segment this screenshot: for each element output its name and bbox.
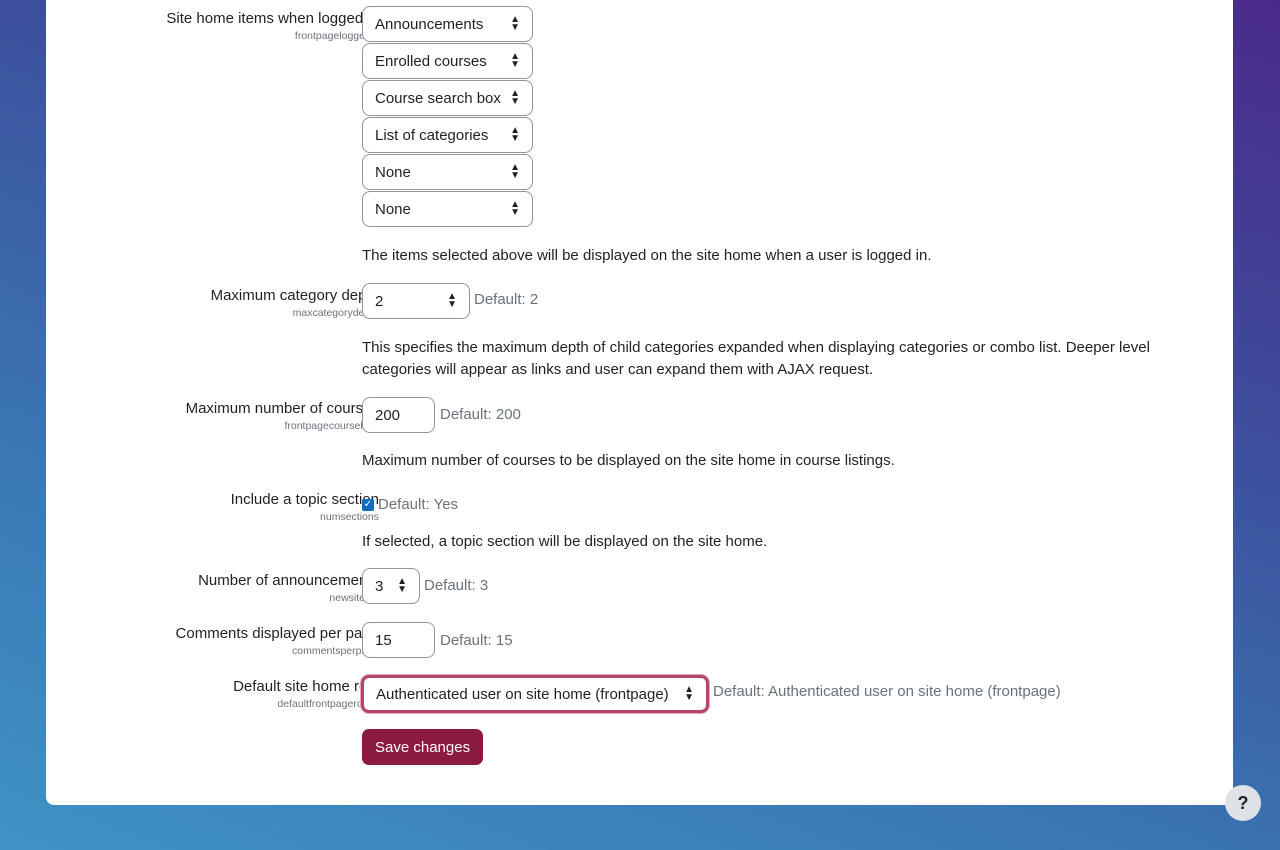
frontpage-item-select-5[interactable]: None ▲ ▼	[362, 154, 533, 190]
sort-icon: ▲ ▼	[447, 291, 457, 310]
setting-label-defaultfrontpageroleid: Default site home role defaultfrontpagero…	[233, 678, 379, 710]
sort-icon: ▲ ▼	[684, 684, 694, 703]
default-value: Default: Authenticated user on site home…	[713, 683, 1061, 700]
maxcategorydepth-select[interactable]: 2 ▲ ▼	[362, 283, 470, 319]
frontpagecourselimit-input[interactable]: 200	[362, 397, 435, 433]
frontpage-item-select-1[interactable]: Announcements ▲ ▼	[362, 6, 533, 42]
setting-label-commentsperpage: Comments displayed per page commentsperpa…	[175, 625, 379, 657]
sort-icon: ▲ ▼	[510, 51, 520, 70]
newsitems-select[interactable]: 3 ▲ ▼	[362, 568, 420, 604]
commentsperpage-input[interactable]: 15	[362, 622, 435, 658]
save-changes-button[interactable]: Save changes	[362, 729, 484, 765]
maxcategorydepth-description: This specifies the maximum depth of chil…	[362, 339, 1150, 378]
setting-label-newsitems: Number of announcements newsitems	[198, 572, 379, 604]
setting-label-frontpageloggedin: Site home items when logged in frontpagel…	[166, 10, 379, 42]
sort-icon: ▲ ▼	[397, 576, 407, 595]
sort-icon: ▲ ▼	[510, 88, 520, 107]
frontpage-item-select-6[interactable]: None ▲ ▼	[362, 191, 533, 227]
frontpageloggedin-description: The items selected above will be display…	[362, 247, 932, 264]
default-value: Default: 3	[424, 577, 489, 594]
setting-label-maxcategorydepth: Maximum category depth maxcategorydepth	[210, 287, 379, 319]
sort-icon: ▲ ▼	[510, 162, 520, 181]
frontpage-item-select-2[interactable]: Enrolled courses ▲ ▼	[362, 43, 533, 79]
frontpage-item-select-4[interactable]: List of categories ▲ ▼	[362, 117, 533, 153]
default-value: Default: Yes	[378, 496, 459, 513]
sort-icon: ▲ ▼	[510, 14, 520, 33]
help-button[interactable]: ?	[1225, 785, 1261, 821]
default-value: Default: 200	[440, 406, 521, 423]
frontpage-item-select-3[interactable]: Course search box ▲ ▼	[362, 80, 533, 116]
sort-icon: ▲ ▼	[510, 125, 520, 144]
defaultfrontpageroleid-select[interactable]: Authenticated user on site home (frontpa…	[361, 675, 709, 713]
default-value: Default: 2	[474, 291, 539, 308]
sort-icon: ▲ ▼	[510, 199, 520, 218]
default-value: Default: 15	[440, 632, 513, 649]
setting-label-frontpagecourselimit: Maximum number of courses frontpagecourse…	[185, 400, 379, 432]
frontpagecourselimit-description: Maximum number of courses to be displaye…	[362, 452, 895, 469]
numsections-description: If selected, a topic section will be dis…	[362, 533, 768, 550]
numsections-checkbox[interactable]: ✓	[362, 499, 374, 511]
setting-label-numsections: Include a topic section numsections	[230, 491, 379, 523]
